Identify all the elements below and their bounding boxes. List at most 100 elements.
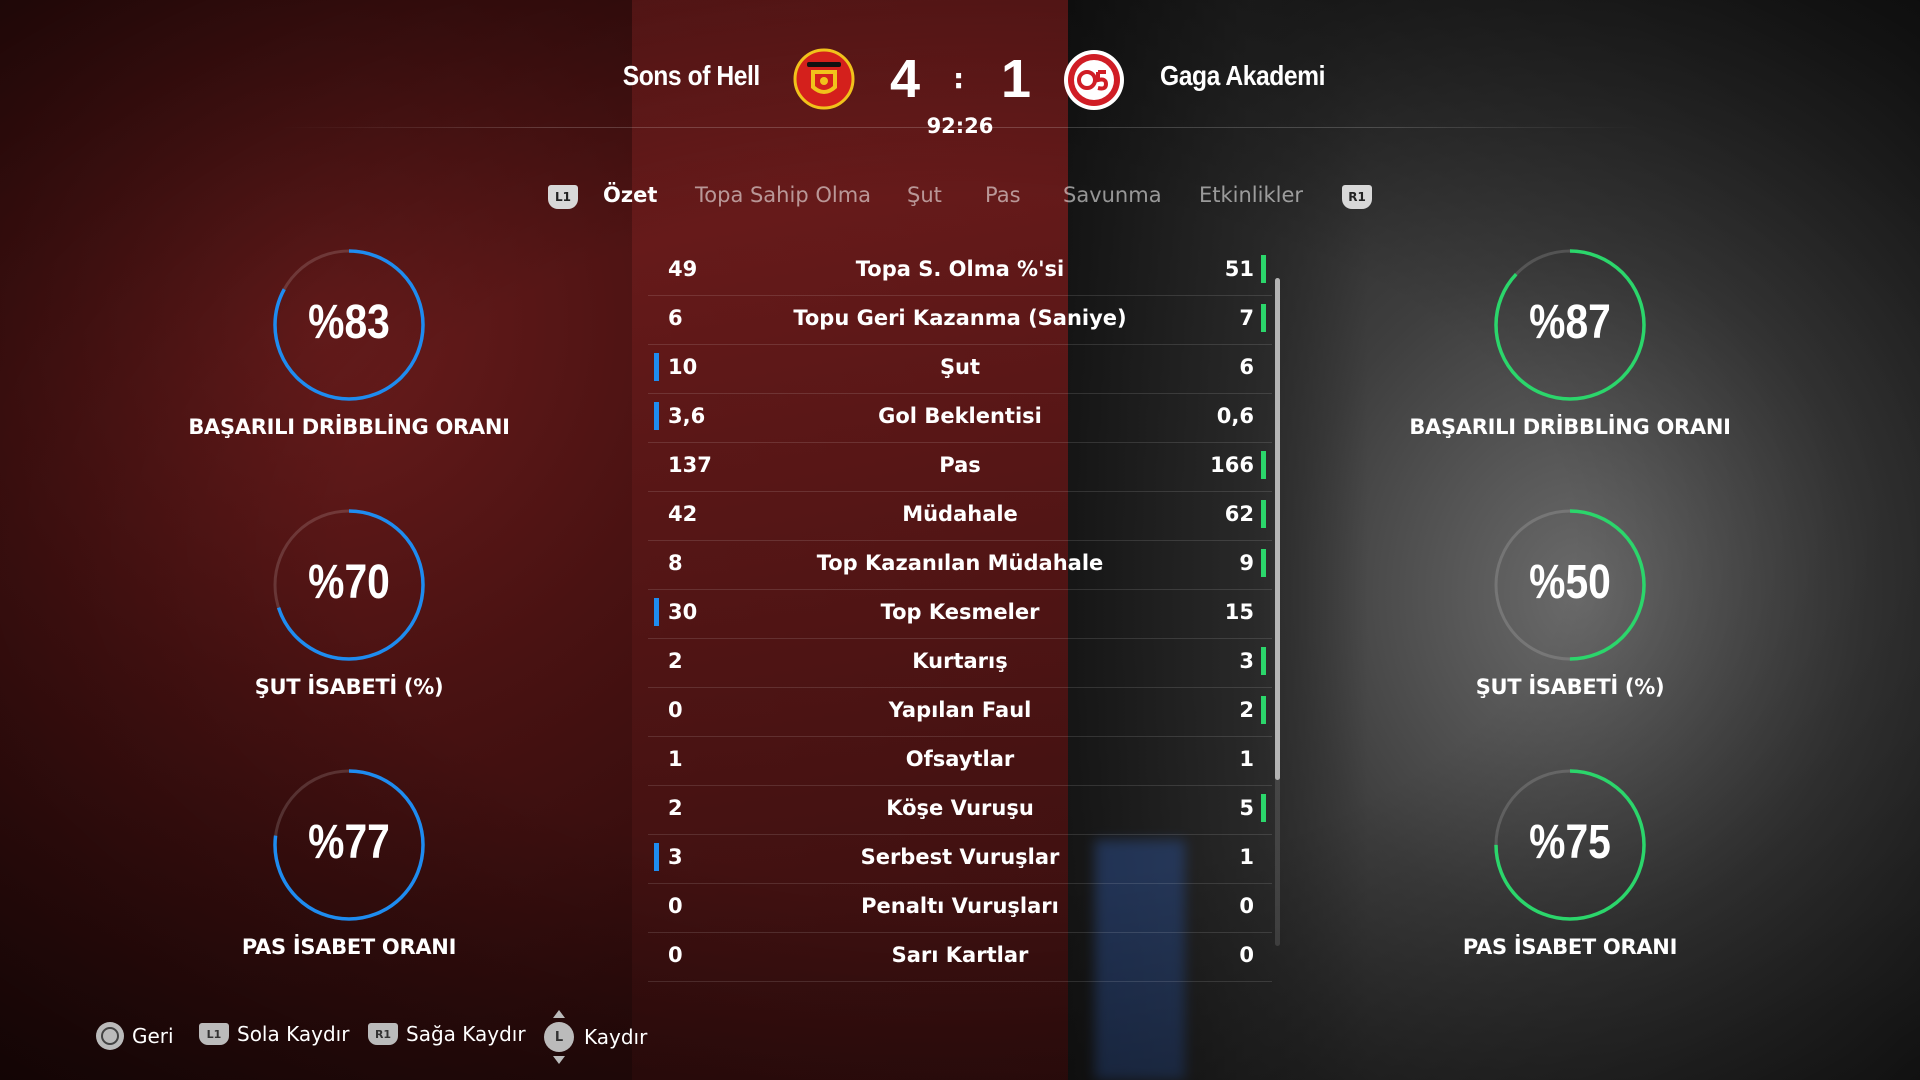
stat-name: Müdahale: [902, 502, 1018, 526]
stat-row: Topa S. Olma %'si 49 51: [648, 247, 1272, 296]
away-stat-value: 9: [1239, 551, 1254, 575]
stat-name: Şut: [939, 355, 981, 379]
r1-button-icon: R1: [368, 1023, 398, 1045]
scrollbar[interactable]: [1275, 278, 1280, 946]
tab-etkinlikler[interactable]: Etkinlikler: [1199, 183, 1303, 207]
scroll-right-hint[interactable]: R1 Sağa Kaydır: [368, 1022, 526, 1046]
scroll-hint[interactable]: L Kaydır: [544, 1010, 648, 1064]
gauge-label: BAŞARILI DRİBBLİNG ORANI: [188, 415, 510, 439]
home-gauge: %83 BAŞARILI DRİBBLİNG ORANI: [169, 247, 529, 439]
gauge-value: %87: [1529, 296, 1611, 349]
l1-button-icon[interactable]: L1: [548, 185, 578, 209]
stat-row: Penaltı Vuruşları 0 0: [648, 884, 1272, 933]
stat-name: Gol Beklentisi: [878, 404, 1042, 428]
r1-button-icon[interactable]: R1: [1342, 185, 1372, 209]
stat-row: Ofsaytlar 1 1: [648, 737, 1272, 786]
away-stat-value: 51: [1224, 257, 1254, 281]
gauge-label: ŞUT İSABETİ (%): [1475, 675, 1665, 699]
gauge-value: %75: [1529, 816, 1611, 869]
gauge-value: %50: [1529, 556, 1611, 609]
scrollbar-thumb[interactable]: [1275, 278, 1280, 780]
away-stat-value: 2: [1239, 698, 1254, 722]
stat-row: Top Kesmeler 30 15: [648, 590, 1272, 639]
scoreline: Sons of Hell 4 : 1 Gaga Akademi: [0, 40, 1920, 120]
stat-name: Yapılan Faul: [888, 698, 1032, 722]
tab-topa-sahip-olma[interactable]: Topa Sahip Olma: [695, 183, 871, 207]
home-stat-value: 3: [668, 845, 683, 869]
away-stat-value: 7: [1239, 306, 1254, 330]
away-gauge: %75 PAS İSABET ORANI: [1390, 767, 1750, 959]
stat-row: Şut 10 6: [648, 345, 1272, 394]
home-crest-icon: [793, 48, 855, 110]
home-gauge: %77 PAS İSABET ORANI: [169, 767, 529, 959]
stat-name: Serbest Vuruşlar: [860, 845, 1060, 869]
away-stat-value: 5: [1239, 796, 1254, 820]
home-stat-value: 1: [668, 747, 683, 771]
home-stat-value: 0: [668, 698, 683, 722]
back-hint[interactable]: Geri: [96, 1022, 174, 1050]
stat-row: Sarı Kartlar 0 0: [648, 933, 1272, 982]
away-stat-value: 15: [1224, 600, 1254, 624]
stat-row: Kurtarış 2 3: [648, 639, 1272, 688]
stat-row: Top Kazanılan Müdahale 8 9: [648, 541, 1272, 590]
score-separator: :: [953, 62, 965, 95]
gauge-value: %83: [308, 296, 390, 349]
away-gauge: %87 BAŞARILI DRİBBLİNG ORANI: [1390, 247, 1750, 439]
tab-savunma[interactable]: Savunma: [1063, 183, 1162, 207]
circle-button-icon: [96, 1022, 124, 1050]
home-stat-value: 137: [668, 453, 712, 477]
header-divider: [280, 127, 1640, 128]
gauge-label: ŞUT İSABETİ (%): [254, 675, 444, 699]
scroll-right-label: Sağa Kaydır: [406, 1022, 526, 1046]
away-stat-value: 0: [1239, 943, 1254, 967]
stat-row: Köşe Vuruşu 2 5: [648, 786, 1272, 835]
stat-name: Ofsaytlar: [905, 747, 1015, 771]
home-stat-value: 8: [668, 551, 683, 575]
away-team-name: Gaga Akademi: [1160, 60, 1325, 91]
stat-row: Pas 137 166: [648, 443, 1272, 492]
away-stat-value: 1: [1239, 845, 1254, 869]
away-stat-value: 166: [1210, 453, 1254, 477]
home-stat-value: 0: [668, 894, 683, 918]
home-stat-value: 6: [668, 306, 683, 330]
stat-row: Topu Geri Kazanma (Saniye) 6 7: [648, 296, 1272, 345]
gauge-value: %70: [308, 556, 390, 609]
home-stat-value: 30: [668, 600, 698, 624]
home-team-name: Sons of Hell: [622, 60, 761, 91]
tab-sut[interactable]: Şut: [907, 183, 942, 207]
scroll-label: Kaydır: [584, 1025, 648, 1049]
stat-name: Topa S. Olma %'si: [855, 257, 1065, 281]
away-crest-icon: [1064, 50, 1124, 110]
home-score: 4: [890, 49, 921, 109]
away-stat-value: 0: [1239, 894, 1254, 918]
home-stat-value: 0: [668, 943, 683, 967]
home-stat-value: 49: [668, 257, 698, 281]
gauge-label: PAS İSABET ORANI: [241, 935, 457, 959]
tab-pas[interactable]: Pas: [985, 183, 1021, 207]
stat-name: Sarı Kartlar: [891, 943, 1029, 967]
stat-name: Kurtarış: [912, 649, 1008, 673]
stat-name: Pas: [939, 453, 981, 477]
stat-row: Müdahale 42 62: [648, 492, 1272, 541]
home-gauge: %70 ŞUT İSABETİ (%): [169, 507, 529, 699]
scroll-left-label: Sola Kaydır: [237, 1022, 350, 1046]
home-stat-value: 2: [668, 796, 683, 820]
stat-row: Serbest Vuruşlar 3 1: [648, 835, 1272, 884]
stats-table[interactable]: Topa S. Olma %'si 49 51 Topu Geri Kazanma (…: [648, 247, 1272, 982]
home-stat-value: 42: [668, 502, 698, 526]
scroll-left-hint[interactable]: L1 Sola Kaydır: [199, 1022, 349, 1046]
stat-name: Penaltı Vuruşları: [861, 894, 1059, 918]
stat-name: Top Kazanılan Müdahale: [816, 551, 1104, 575]
l1-button-icon: L1: [199, 1023, 229, 1045]
gauge-label: PAS İSABET ORANI: [1462, 935, 1678, 959]
stat-name: Topu Geri Kazanma (Saniye): [793, 306, 1127, 330]
away-score: 1: [1001, 49, 1032, 109]
away-stat-value: 1: [1239, 747, 1254, 771]
tab-ozet[interactable]: Özet: [603, 183, 657, 207]
home-stat-value: 2: [668, 649, 683, 673]
gauge-value: %77: [308, 816, 390, 869]
left-stick-icon: L: [544, 1010, 574, 1064]
back-label: Geri: [132, 1024, 174, 1048]
stat-name: Top Kesmeler: [880, 600, 1040, 624]
away-stat-value: 0,6: [1216, 404, 1254, 428]
